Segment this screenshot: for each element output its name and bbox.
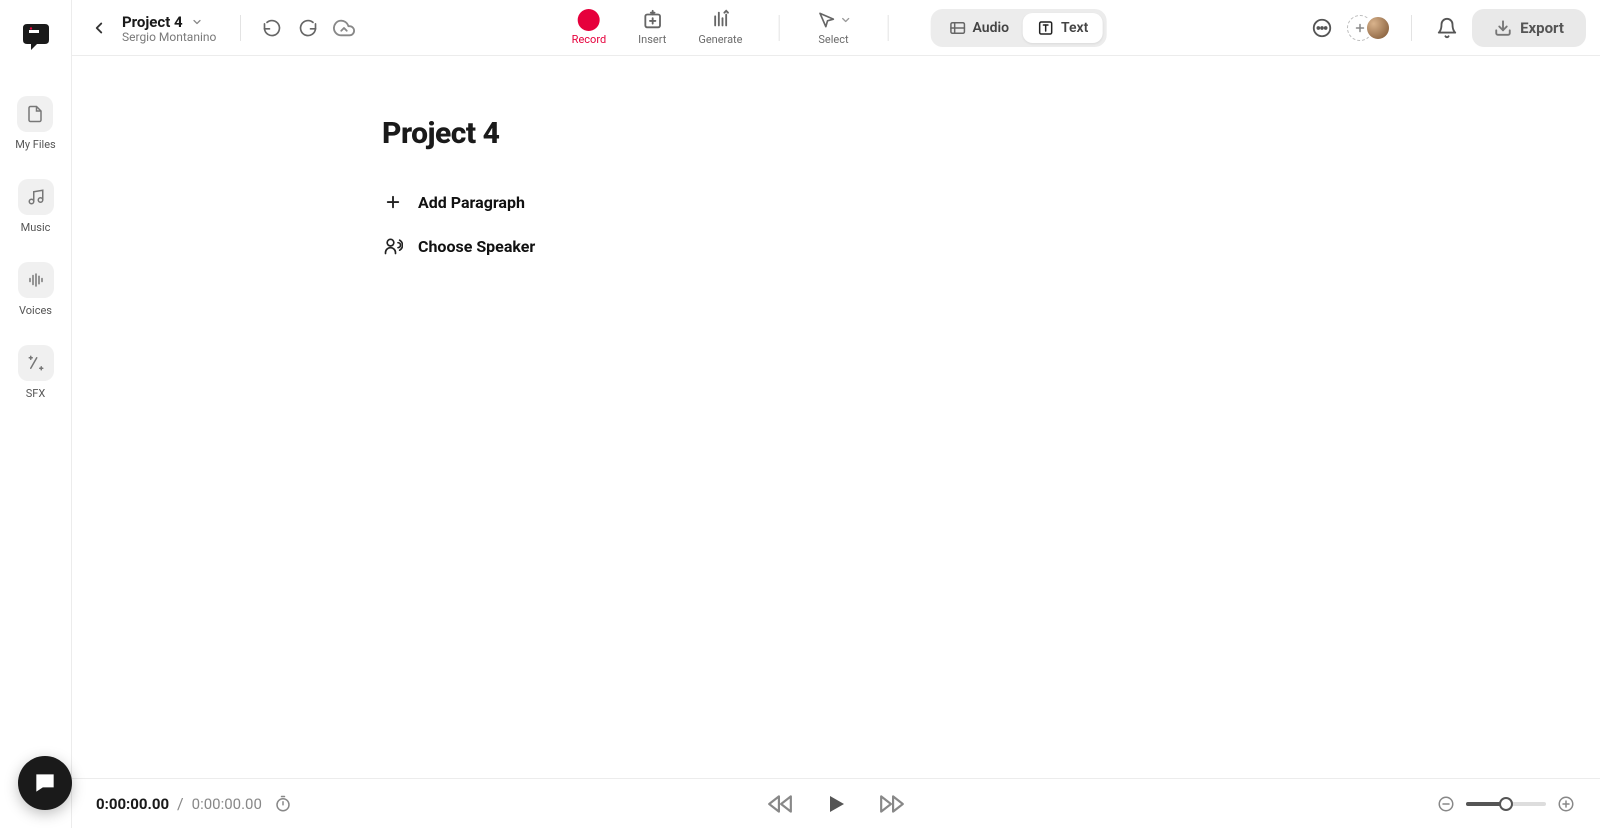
transport-controls (766, 790, 906, 818)
cloud-sync-button[interactable] (329, 13, 359, 43)
insert-tool[interactable]: Insert (632, 7, 672, 48)
app-logo[interactable] (17, 18, 55, 56)
help-chat-button[interactable] (18, 756, 72, 810)
time-display: 0:00:00.00 / 0:00:00.00 (96, 794, 292, 813)
select-tool[interactable]: Select (810, 7, 858, 48)
plus-circle-icon (1557, 795, 1575, 813)
action-label: Choose Speaker (418, 237, 535, 256)
sidebar-item-my-files[interactable]: My Files (15, 96, 55, 151)
sidebar-item-label: Voices (19, 304, 52, 317)
toolbar-right: Export (1307, 9, 1586, 47)
zoom-slider[interactable] (1466, 802, 1546, 806)
stopwatch-icon (274, 795, 292, 813)
chat-bubble-icon (32, 770, 58, 796)
mode-audio-button[interactable]: Audio (935, 13, 1024, 43)
forward-button[interactable] (878, 790, 906, 818)
export-label: Export (1520, 19, 1564, 37)
tool-label: Insert (638, 33, 666, 46)
cloud-icon (333, 17, 355, 39)
sidebar-item-voices[interactable]: Voices (18, 262, 54, 317)
project-header[interactable]: Project 4 Sergio Montanino (122, 13, 216, 43)
plus-icon (384, 193, 402, 211)
tool-label: Record (572, 33, 606, 46)
stopwatch-button[interactable] (274, 795, 292, 813)
audio-track-icon (949, 19, 967, 37)
chat-icon (1311, 17, 1333, 39)
rewind-icon (767, 791, 793, 817)
mode-label: Audio (973, 20, 1010, 36)
divider (779, 15, 780, 41)
sidebar-item-label: My Files (15, 138, 55, 151)
undo-icon (262, 18, 282, 38)
avatar[interactable] (1365, 15, 1391, 41)
bell-icon (1436, 17, 1458, 39)
sidebar-item-music[interactable]: Music (18, 179, 54, 234)
sfx-icon (27, 354, 45, 372)
divider (888, 15, 889, 41)
sidebar-item-sfx[interactable]: SFX (18, 345, 54, 400)
mode-label: Text (1061, 20, 1088, 36)
rewind-button[interactable] (766, 790, 794, 818)
speaker-person-icon (383, 236, 403, 256)
text-icon (1037, 19, 1055, 37)
back-button[interactable] (86, 15, 112, 41)
insert-icon (641, 9, 663, 31)
redo-icon (298, 18, 318, 38)
zoom-controls (1436, 794, 1576, 814)
divider (1411, 15, 1412, 41)
mode-text-button[interactable]: Text (1023, 13, 1102, 43)
player-bar: 0:00:00.00 / 0:00:00.00 (72, 778, 1600, 828)
comments-button[interactable] (1307, 13, 1337, 43)
zoom-out-button[interactable] (1436, 794, 1456, 814)
play-button[interactable] (822, 790, 850, 818)
time-separator: / (177, 794, 184, 813)
editor-canvas: Project 4 Add Paragraph Choose Speaker (72, 56, 1600, 778)
chevron-down-icon (191, 16, 203, 28)
generate-icon (709, 9, 731, 31)
tool-label: Select (818, 33, 848, 46)
add-paragraph-button[interactable]: Add Paragraph (382, 191, 1600, 213)
record-icon (578, 9, 600, 31)
generate-tool[interactable]: Generate (692, 7, 748, 48)
forward-icon (879, 791, 905, 817)
music-icon (27, 188, 45, 206)
redo-button[interactable] (293, 13, 323, 43)
project-title: Project 4 (122, 13, 183, 31)
project-owner: Sergio Montanino (122, 31, 216, 43)
divider (240, 15, 241, 41)
notifications-button[interactable] (1432, 13, 1462, 43)
chevron-left-icon (90, 19, 108, 37)
cursor-icon (817, 10, 837, 30)
tool-label: Generate (698, 33, 742, 46)
choose-speaker-button[interactable]: Choose Speaker (382, 235, 1600, 257)
sidebar-item-label: SFX (26, 387, 46, 400)
document-title[interactable]: Project 4 (382, 116, 1600, 151)
sidebar-item-label: Music (21, 221, 51, 234)
time-total: 0:00:00.00 (192, 795, 262, 813)
file-icon (26, 105, 44, 123)
record-tool[interactable]: Record (566, 7, 612, 48)
zoom-thumb[interactable] (1499, 797, 1513, 811)
undo-button[interactable] (257, 13, 287, 43)
sidebar: My Files Music Voices SFX (0, 0, 72, 828)
toolbar-center: Record Insert Generate Select (566, 7, 1107, 48)
download-icon (1494, 19, 1512, 37)
topbar: Project 4 Sergio Montanino Record Insert (72, 0, 1600, 56)
collaborators (1347, 15, 1391, 41)
action-label: Add Paragraph (418, 193, 525, 212)
chevron-down-icon (840, 14, 852, 26)
time-current: 0:00:00.00 (96, 795, 169, 813)
mode-toggle: Audio Text (931, 9, 1107, 47)
export-button[interactable]: Export (1472, 9, 1586, 47)
minus-circle-icon (1437, 795, 1455, 813)
waveform-icon (27, 271, 45, 289)
play-icon (824, 792, 848, 816)
zoom-in-button[interactable] (1556, 794, 1576, 814)
